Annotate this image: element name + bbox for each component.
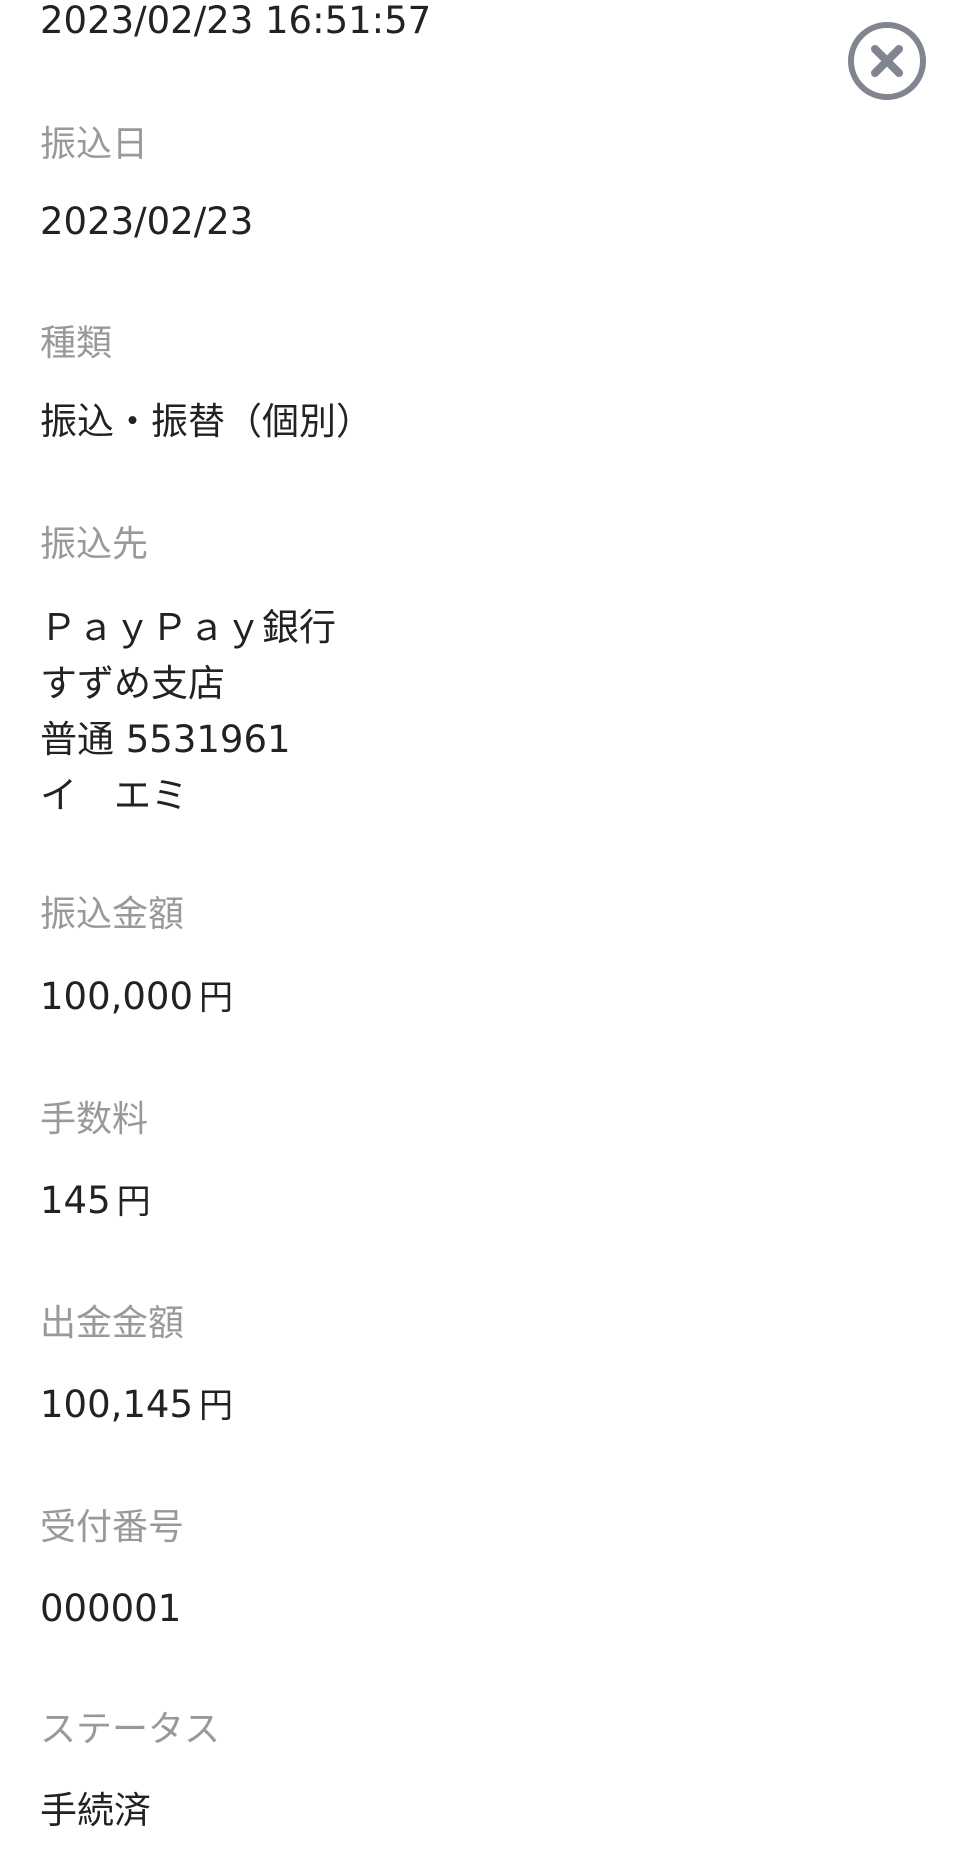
destination-value: ＰａｙＰａｙ銀行 すずめ支店 普通 5531961 イ エミ [40,600,924,824]
status-value: 手続済 [40,1789,151,1832]
close-circle-icon [848,22,926,100]
field-status: ステータス [40,1709,924,1751]
destination-branch: すずめ支店 [40,662,225,705]
transfer-date-value: 2023/02/23 [40,200,254,243]
type-value: 振込・振替（個別） [40,400,373,443]
withdrawal-amount-number: 100,145 [40,1383,194,1426]
withdrawal-amount-unit: 円 [199,1386,234,1426]
fee-value: 145 円 [40,1180,924,1223]
field-transfer-date: 振込日 [40,124,924,166]
receipt-number-label: 受付番号 [40,1507,185,1548]
field-receipt-number: 受付番号 [40,1507,924,1549]
field-transfer-amount: 振込金額 [40,894,924,936]
top-datetime: 2023/02/23 16:51:57 [40,0,432,42]
destination-bank: ＰａｙＰａｙ銀行 [40,606,336,649]
fee-number: 145 [40,1179,111,1222]
withdrawal-amount-value-row: 100,145 円 [40,1384,924,1427]
field-fee: 手数料 [40,1099,924,1141]
withdrawal-amount-value: 100,145 円 [40,1384,924,1427]
fee-value-row: 145 円 [40,1180,924,1223]
fee-unit: 円 [116,1182,151,1222]
destination-holder: イ エミ [40,774,188,817]
field-type-value-row: 振込・振替（個別） [40,401,924,443]
transfer-amount-number: 100,000 [40,975,194,1018]
transfer-amount-value: 100,000 円 [40,976,924,1019]
receipt-number-value-row: 000001 [40,1588,924,1630]
destination-label: 振込先 [40,524,149,565]
transfer-date-label: 振込日 [40,124,149,165]
field-destination: 振込先 [40,524,924,566]
close-button[interactable] [847,21,927,101]
field-type: 種類 [40,323,924,365]
field-withdrawal-amount: 出金金額 [40,1303,924,1345]
destination-account: 普通 5531961 [40,718,291,761]
fee-label: 手数料 [40,1099,149,1140]
withdrawal-amount-label: 出金金額 [40,1303,185,1344]
status-value-row: 手続済 [40,1790,924,1832]
transfer-amount-unit: 円 [199,978,234,1018]
status-label: ステータス [40,1709,221,1750]
receipt-number-value: 000001 [40,1587,182,1630]
type-label: 種類 [40,323,113,364]
field-transfer-date-value-row: 2023/02/23 [40,201,924,243]
transfer-amount-value-row: 100,000 円 [40,976,924,1019]
transfer-amount-label: 振込金額 [40,894,185,935]
